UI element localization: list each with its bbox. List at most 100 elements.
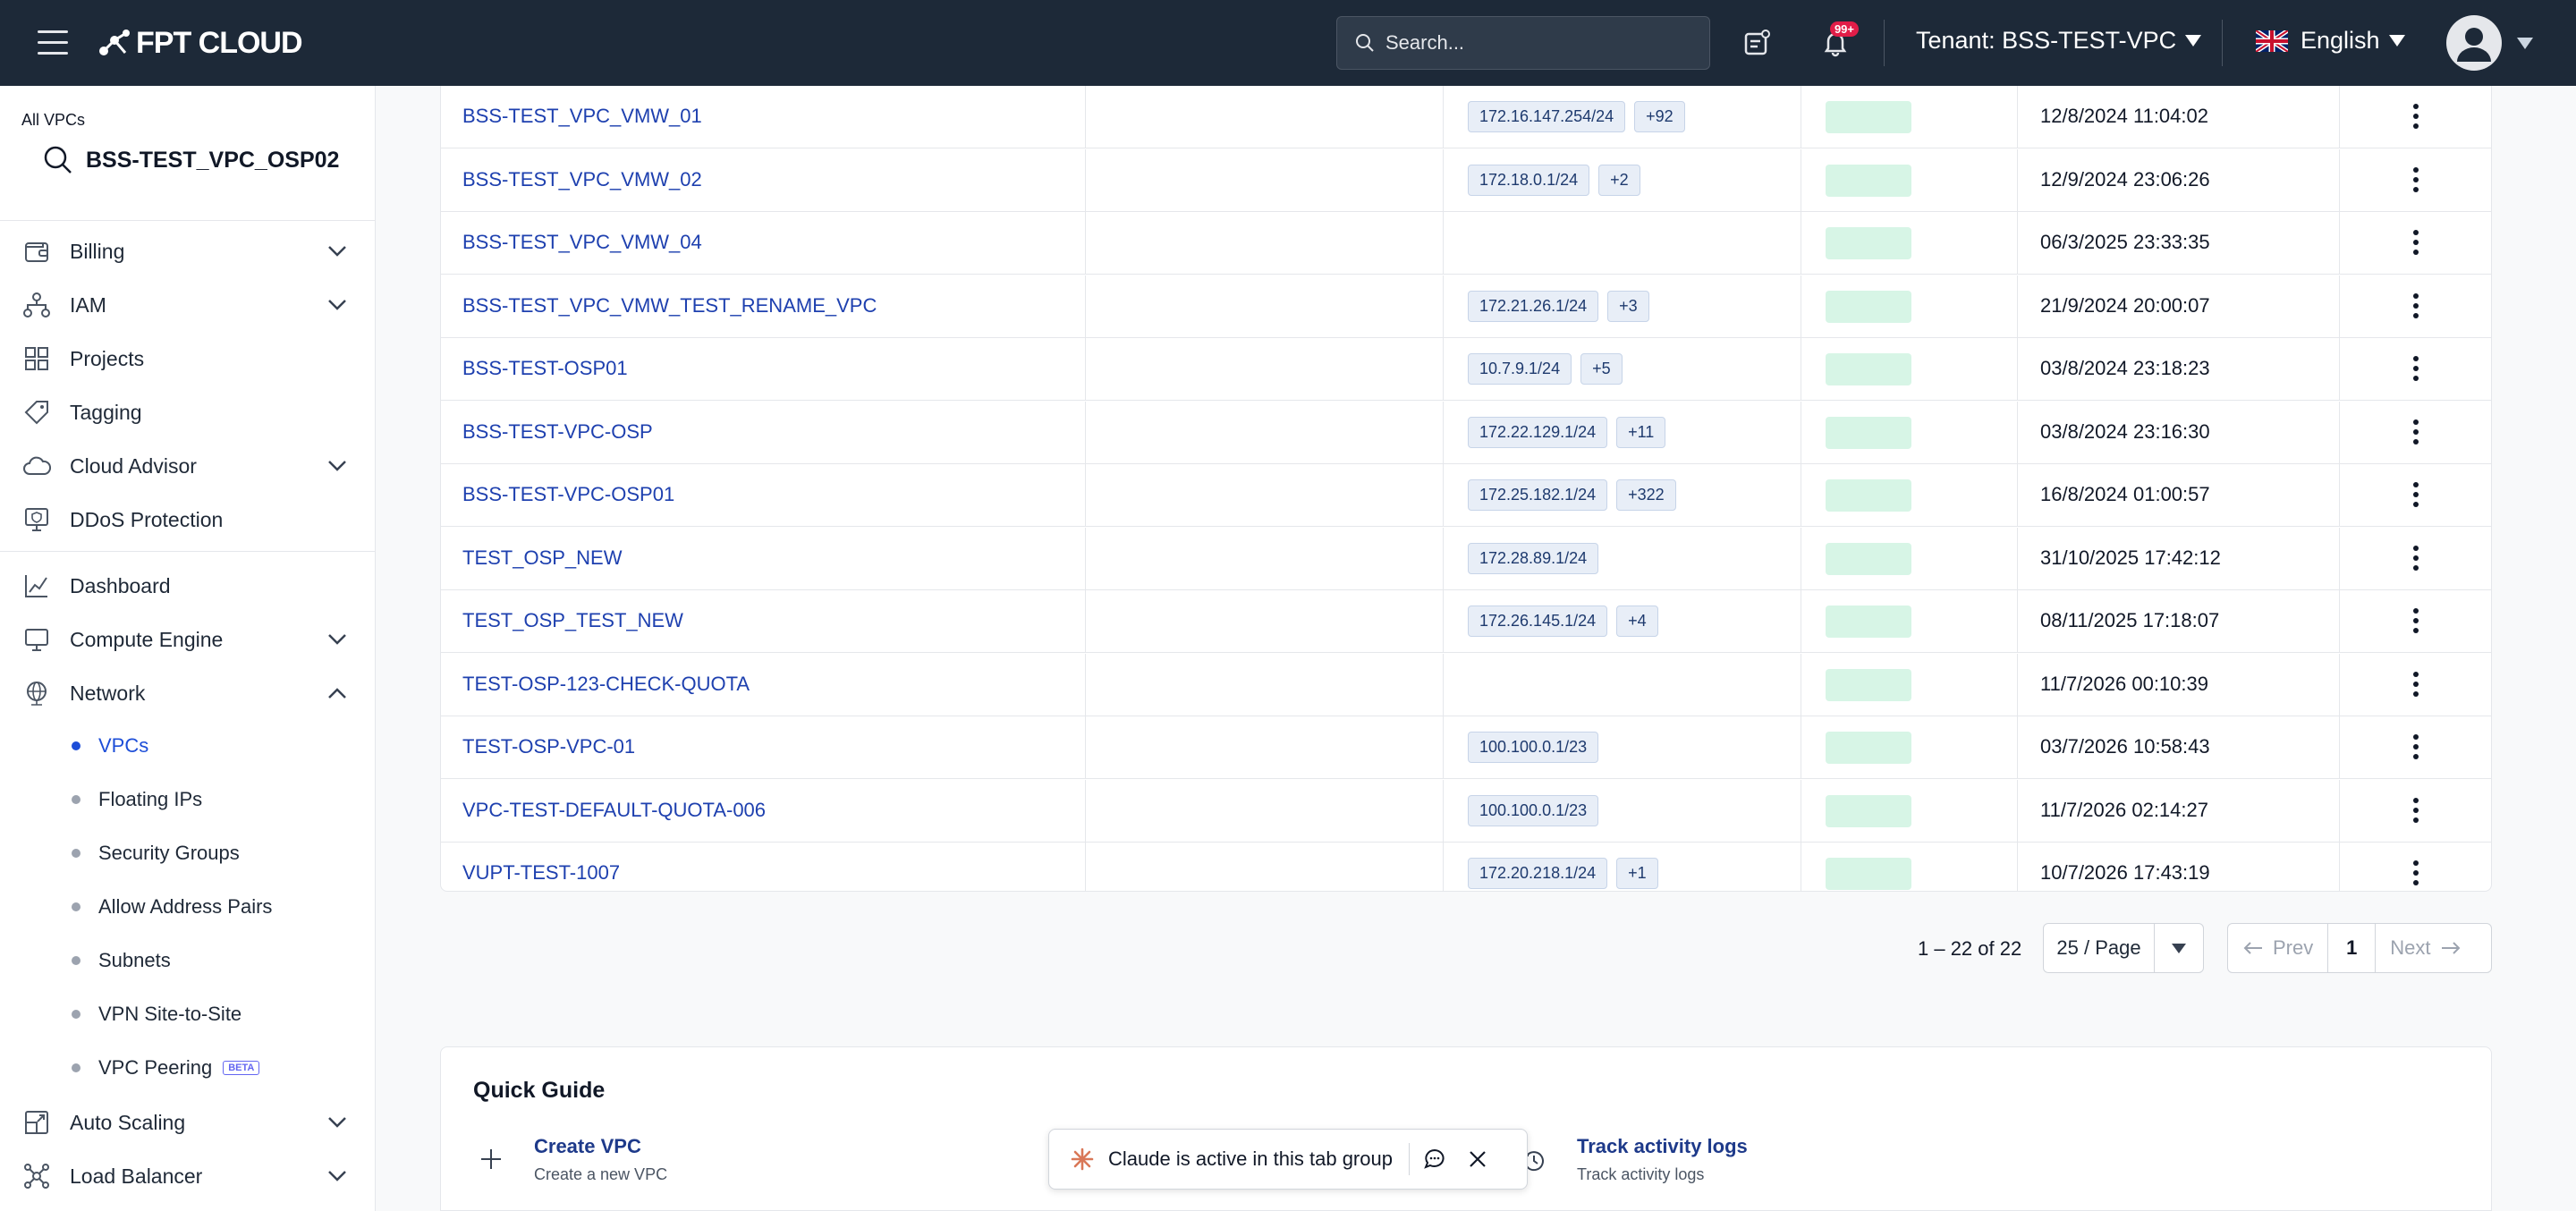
more-actions-icon[interactable] bbox=[2409, 162, 2423, 198]
cloud-icon bbox=[21, 451, 52, 481]
global-search[interactable] bbox=[1336, 16, 1710, 70]
vpc-name-link[interactable]: BSS-TEST_VPC_VMW_01 bbox=[462, 105, 702, 128]
more-actions-icon[interactable] bbox=[2409, 477, 2423, 512]
sidebar-subitem-label: Subnets bbox=[98, 949, 171, 971]
column-divider bbox=[2017, 275, 2018, 337]
sidebar-item-dashboard[interactable]: Dashboard bbox=[0, 560, 376, 612]
grid-icon bbox=[21, 343, 52, 374]
more-actions-icon[interactable] bbox=[2409, 224, 2423, 260]
cidr-chip: 10.7.9.1/24 bbox=[1468, 353, 1572, 385]
search-input[interactable] bbox=[1385, 31, 1690, 55]
column-divider bbox=[1085, 654, 1086, 716]
sidebar-item-cloud-advisor[interactable]: Cloud Advisor bbox=[0, 440, 376, 492]
cidr-more-chip[interactable]: +322 bbox=[1616, 479, 1676, 511]
language-selector[interactable]: English bbox=[2256, 27, 2405, 55]
prev-page-button[interactable]: Prev bbox=[2228, 924, 2327, 972]
vpc-name-link[interactable]: TEST-OSP-123-CHECK-QUOTA bbox=[462, 673, 750, 696]
table-row: VUPT-TEST-1007 172.20.218.1/24 +1 10/7/2026… bbox=[441, 843, 2491, 891]
tenant-caret-icon bbox=[2185, 35, 2202, 47]
close-icon[interactable] bbox=[1460, 1141, 1496, 1177]
vpc-name-link[interactable]: TEST-OSP-VPC-01 bbox=[462, 735, 635, 758]
guide-create-vpc[interactable]: Create VPC Create a new VPC bbox=[473, 1135, 667, 1184]
column-divider bbox=[2017, 716, 2018, 778]
hamburger-menu-icon[interactable] bbox=[38, 30, 68, 55]
fpt-cloud-logo[interactable]: FPT CLOUD bbox=[97, 25, 303, 61]
vpc-name-link[interactable]: TEST_OSP_NEW bbox=[462, 546, 622, 570]
cidr-more-chip[interactable]: +11 bbox=[1616, 417, 1666, 448]
chat-icon[interactable] bbox=[1417, 1141, 1453, 1177]
sidebar-item-compute-engine[interactable]: Compute Engine bbox=[0, 614, 376, 665]
more-actions-icon[interactable] bbox=[2409, 98, 2423, 134]
cidr-more-chip[interactable]: +3 bbox=[1607, 291, 1649, 322]
sidebar-subitem-security-groups[interactable]: Security Groups bbox=[0, 828, 376, 878]
more-actions-icon[interactable] bbox=[2409, 729, 2423, 765]
status-badge bbox=[1826, 165, 1911, 197]
page-number-button[interactable]: 1 bbox=[2327, 924, 2377, 972]
column-divider bbox=[2017, 149, 2018, 211]
vpc-name-link[interactable]: BSS-TEST-VPC-OSP01 bbox=[462, 483, 674, 506]
sidebar-item-iam[interactable]: IAM bbox=[0, 279, 376, 331]
column-divider bbox=[2339, 402, 2340, 463]
vpc-name-link[interactable]: TEST_OSP_TEST_NEW bbox=[462, 609, 683, 632]
vpc-name-link[interactable]: BSS-TEST_VPC_VMW_04 bbox=[462, 231, 702, 254]
tenant-selector[interactable]: Tenant: BSS-TEST-VPC bbox=[1916, 27, 2202, 55]
sidebar-subitem-vpn-site-to-site[interactable]: VPN Site-to-Site bbox=[0, 989, 376, 1039]
column-divider bbox=[1085, 275, 1086, 337]
cidr-more-chip[interactable]: +1 bbox=[1616, 858, 1658, 889]
vpc-name-link[interactable]: VPC-TEST-DEFAULT-QUOTA-006 bbox=[462, 799, 766, 822]
vpc-name-link[interactable]: VUPT-TEST-1007 bbox=[462, 861, 620, 885]
avatar-caret-icon[interactable] bbox=[2517, 38, 2533, 49]
vpc-name-link[interactable]: BSS-TEST_VPC_VMW_TEST_RENAME_VPC bbox=[462, 294, 877, 318]
sidebar-item-auto-scaling[interactable]: Auto Scaling bbox=[0, 1097, 376, 1148]
notification-bell-icon[interactable]: 99+ bbox=[1818, 21, 1859, 61]
column-divider bbox=[2017, 212, 2018, 274]
more-actions-icon[interactable] bbox=[2409, 855, 2423, 891]
more-actions-icon[interactable] bbox=[2409, 288, 2423, 324]
cidr-chips: 10.7.9.1/24 +5 bbox=[1468, 353, 1623, 385]
vpc-name-link[interactable]: BSS-TEST-VPC-OSP bbox=[462, 420, 653, 444]
more-actions-icon[interactable] bbox=[2409, 540, 2423, 576]
more-actions-icon[interactable] bbox=[2409, 414, 2423, 450]
cidr-more-chip[interactable]: +5 bbox=[1580, 353, 1623, 385]
user-avatar[interactable] bbox=[2446, 15, 2502, 71]
sidebar-item-tagging[interactable]: Tagging bbox=[0, 386, 376, 438]
sidebar-item-projects[interactable]: Projects bbox=[0, 333, 376, 385]
vpc-table: BSS-TEST_VPC_VMW_01 172.16.147.254/24 +92 1… bbox=[440, 86, 2492, 892]
more-actions-icon[interactable] bbox=[2409, 666, 2423, 702]
cidr-chip: 172.22.129.1/24 bbox=[1468, 417, 1608, 448]
cidr-more-chip[interactable]: +4 bbox=[1616, 606, 1658, 637]
page-size-select[interactable]: 25 / Page bbox=[2043, 923, 2204, 973]
next-page-button[interactable]: Next bbox=[2376, 924, 2475, 972]
sidebar-subitem-vpc-peering[interactable]: VPC Peering BETA bbox=[0, 1043, 376, 1093]
sidebar: All VPCs BSS-TEST_VPC_OSP02 Billing IAM … bbox=[0, 86, 376, 1211]
created-at: 16/8/2024 01:00:57 bbox=[2040, 483, 2210, 505]
column-divider bbox=[1085, 86, 1086, 148]
sidebar-item-billing[interactable]: Billing bbox=[0, 225, 376, 277]
balancer-icon bbox=[21, 1161, 52, 1191]
sidebar-subitem-floating-ips[interactable]: Floating IPs bbox=[0, 775, 376, 825]
guide-track-activity-logs[interactable]: Track activity logs Track activity logs bbox=[1516, 1135, 1748, 1184]
column-divider bbox=[1443, 338, 1444, 400]
more-actions-icon[interactable] bbox=[2409, 603, 2423, 639]
sidebar-item-load-balancer[interactable]: Load Balancer bbox=[0, 1150, 376, 1202]
header-divider bbox=[1884, 20, 1885, 66]
plus-icon bbox=[473, 1135, 509, 1184]
cidr-chip: 172.28.89.1/24 bbox=[1468, 543, 1599, 574]
tasks-icon[interactable] bbox=[1739, 25, 1775, 61]
more-actions-icon[interactable] bbox=[2409, 351, 2423, 386]
claude-active-toast: Claude is active in this tab group bbox=[1048, 1129, 1528, 1190]
arrow-left-icon bbox=[2243, 942, 2262, 954]
cidr-more-chip[interactable]: +2 bbox=[1598, 165, 1640, 196]
sidebar-subitem-subnets[interactable]: Subnets bbox=[0, 936, 376, 986]
sidebar-subitem-allow-address-pairs[interactable]: Allow Address Pairs bbox=[0, 882, 376, 932]
user-icon bbox=[2457, 28, 2491, 62]
sidebar-item-network[interactable]: Network bbox=[0, 667, 376, 719]
status-badge bbox=[1826, 669, 1911, 701]
context-search[interactable]: BSS-TEST_VPC_OSP02 bbox=[43, 145, 339, 175]
more-actions-icon[interactable] bbox=[2409, 792, 2423, 828]
cidr-more-chip[interactable]: +92 bbox=[1634, 101, 1685, 132]
vpc-name-link[interactable]: BSS-TEST_VPC_VMW_02 bbox=[462, 168, 702, 191]
sidebar-subitem-vpcs[interactable]: VPCs bbox=[0, 721, 376, 771]
sidebar-item-ddos-protection[interactable]: DDoS Protection bbox=[0, 494, 376, 546]
vpc-name-link[interactable]: BSS-TEST-OSP01 bbox=[462, 357, 628, 380]
